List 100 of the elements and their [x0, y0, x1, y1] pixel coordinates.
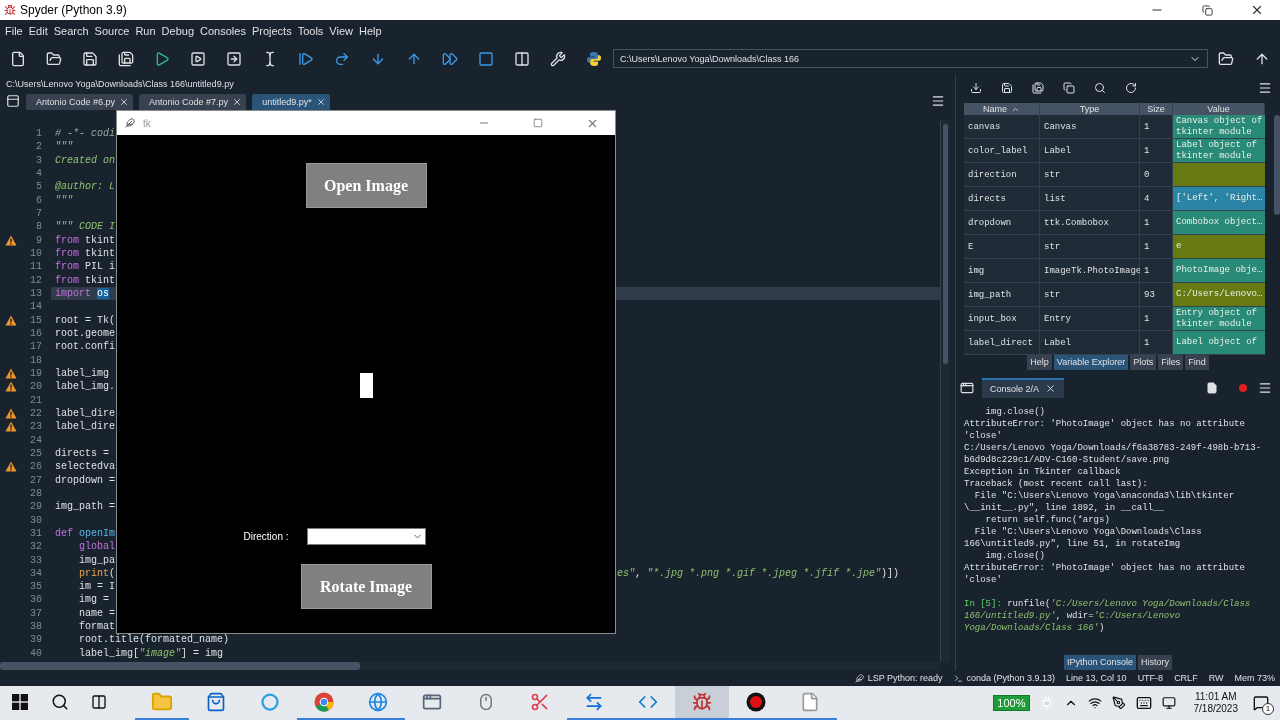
stop-icon [478, 50, 494, 67]
line-number: 23 [29, 420, 42, 434]
code-line: label_img [55, 367, 109, 379]
line-number: 18 [29, 353, 42, 367]
direction-dropdown[interactable] [306, 528, 426, 545]
code-line: root.confi [55, 341, 115, 353]
scrollbar[interactable] [940, 120, 950, 662]
maximize-pane-icon [514, 50, 530, 67]
menu-item[interactable]: Help [356, 25, 385, 37]
column-header[interactable]: Name [964, 103, 1040, 115]
menu-item[interactable]: Search [50, 25, 92, 37]
close-icon [1250, 3, 1264, 17]
code-line: es", "*.jpg *.png *.gif *.jpeg *.jfif *.jpe")]) [617, 567, 900, 579]
refresh-icon [1124, 81, 1137, 94]
clock-time[interactable]: 11:01 AM [1195, 691, 1237, 703]
menu-item[interactable]: Run [132, 25, 159, 37]
menu-icon[interactable] [931, 94, 945, 108]
column-header[interactable]: Size [1140, 103, 1173, 115]
table-cell: str [1040, 283, 1140, 307]
line-number: 21 [29, 393, 42, 407]
status-text: RW [1208, 673, 1224, 683]
line-number: 17 [29, 340, 42, 354]
line-number: 2 [35, 140, 42, 154]
code-line: Created on [55, 154, 115, 166]
code-line: selectedva [55, 461, 115, 473]
line-number: 10 [29, 246, 42, 261]
editor-tab[interactable]: untitled9.py* [252, 94, 330, 110]
table-cell: ImageTk.PhotoImage [1040, 259, 1140, 283]
pen-icon[interactable] [1111, 696, 1126, 710]
table-cell: ttk.Combobox [1040, 211, 1140, 235]
code-line: img = [78, 594, 109, 606]
line-number: 22 [29, 406, 42, 421]
keyboard-icon[interactable] [1135, 695, 1152, 711]
open-folder-icon [1218, 50, 1234, 67]
stop-dot-icon [1238, 383, 1247, 392]
close-icon[interactable] [232, 97, 243, 107]
console-tab[interactable]: Console 2/A [982, 377, 1065, 398]
menu-item[interactable]: View [326, 25, 356, 37]
table-cell: 1 [1140, 259, 1173, 283]
close-icon[interactable] [315, 97, 326, 107]
menu-icon[interactable] [1258, 380, 1272, 395]
monitor-icon[interactable] [1161, 696, 1176, 710]
line-number: 14 [29, 300, 42, 314]
menu-item[interactable]: Source [91, 25, 133, 37]
line-number: 20 [29, 380, 42, 394]
code-line: root = Tk( [55, 314, 115, 326]
line-number: 34 [29, 566, 42, 581]
pane-tab[interactable]: Variable Explorer [1053, 355, 1129, 370]
maximize-icon [533, 118, 543, 128]
scrollbar[interactable] [1274, 115, 1280, 215]
column-header[interactable]: Type [1040, 103, 1140, 115]
menu-item[interactable]: Projects [248, 25, 295, 37]
table-cell: 1 [1140, 331, 1173, 355]
table-cell: canvas [964, 115, 1040, 139]
close-icon[interactable] [1045, 383, 1057, 394]
menu-item[interactable]: Tools [294, 25, 327, 37]
pane-tab[interactable]: Files [1158, 355, 1184, 370]
open-image-button[interactable]: Open Image [305, 163, 427, 208]
pane-tab[interactable]: Find [1185, 355, 1209, 370]
pane-tab[interactable]: Help [1027, 355, 1052, 370]
editor-tab[interactable]: Antonio Code #7.py [139, 94, 247, 110]
menu-item[interactable]: File [2, 25, 26, 37]
menu-item[interactable]: Debug [158, 25, 198, 37]
notification-button[interactable]: 1 [1248, 691, 1274, 715]
code-line: from PIL i [55, 261, 116, 273]
column-header[interactable]: Value [1173, 103, 1265, 115]
run-cell-advance-icon [226, 50, 242, 67]
pane-tab[interactable]: History [1138, 655, 1173, 670]
file-path: C:\Users\Lenovo Yoga\Downloads\Class 166\untitled9.py [5, 77, 235, 91]
search-icon [1093, 81, 1106, 94]
line-number: 30 [29, 513, 42, 527]
line-number: 26 [29, 460, 42, 474]
menu-icon[interactable] [1258, 80, 1272, 95]
save-icon [82, 50, 98, 67]
table-cell: color_label [964, 139, 1040, 163]
table-cell: direction [964, 163, 1040, 187]
save-all-icon [1031, 81, 1044, 94]
line-number: 36 [29, 593, 42, 607]
value-cell: Label object of tkinter module [1173, 139, 1265, 163]
working-directory-field[interactable]: C:\Users\Lenovo Yoga\Downloads\Class 166 [613, 49, 1208, 68]
clock-date[interactable]: 7/18/2023 [1193, 703, 1238, 715]
pane-tab[interactable]: Plots [1130, 355, 1157, 370]
search-icon [51, 693, 69, 711]
menu-item[interactable]: Edit [25, 25, 51, 37]
window-title: Spyder (Python 3.9) [20, 3, 128, 17]
close-icon[interactable] [119, 97, 130, 107]
editor-tab[interactable]: Antonio Code #6.py [26, 94, 134, 110]
wifi-icon[interactable] [1087, 696, 1102, 710]
pane-tab[interactable]: IPython Console [1063, 655, 1136, 670]
code-line: print( [78, 567, 116, 579]
scrollbar[interactable] [0, 662, 940, 670]
status-text: UTF-8 [1137, 673, 1164, 683]
menu-item[interactable]: Consoles [197, 25, 249, 37]
code-line: root.title(formated_name) [78, 634, 230, 646]
table-cell: 1 [1140, 139, 1173, 163]
debug-icon [298, 50, 314, 67]
table-cell: directs [964, 187, 1040, 211]
rotate-image-button[interactable]: Rotate Image [300, 564, 432, 609]
warning-icon [5, 234, 17, 246]
notification-count: 1 [1262, 703, 1274, 715]
